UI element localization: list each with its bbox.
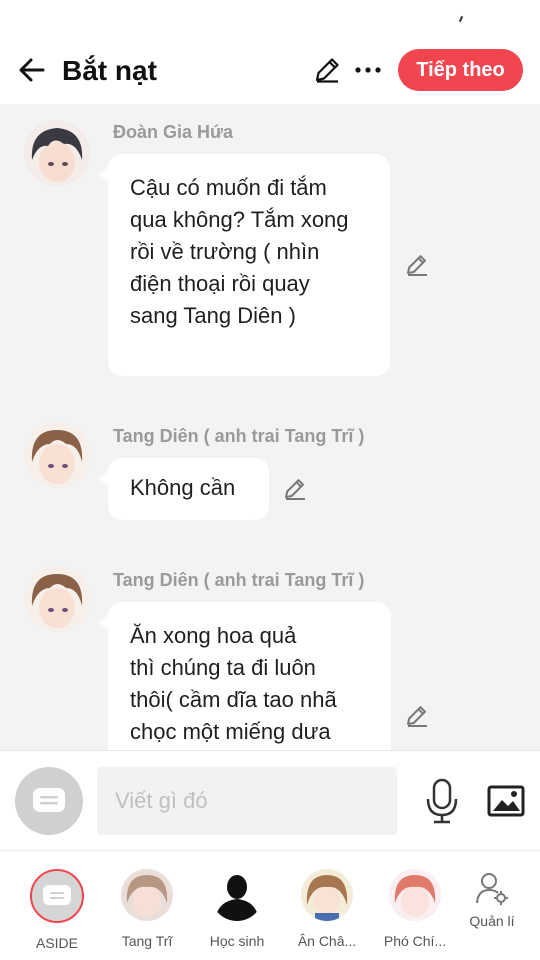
status-mark bbox=[458, 15, 464, 23]
message-line: Không cần bbox=[130, 475, 236, 500]
sender-name: Đoàn Gia Hứa bbox=[113, 122, 234, 142]
avatar-image bbox=[24, 422, 90, 488]
character-avatar bbox=[211, 869, 263, 921]
microphone-icon bbox=[426, 778, 458, 824]
character-tang-tri[interactable]: Tang Trĩ bbox=[104, 869, 190, 949]
keyboard-icon bbox=[33, 788, 65, 812]
pencil-icon bbox=[315, 58, 339, 83]
next-button[interactable]: Tiếp theo bbox=[398, 49, 523, 91]
avatar-image bbox=[24, 566, 90, 632]
character-an-cha[interactable]: Ân Châ... bbox=[284, 869, 370, 949]
aside-avatar bbox=[30, 869, 84, 923]
message-input[interactable] bbox=[97, 767, 397, 835]
status-bar bbox=[0, 0, 540, 40]
message-line: thì chúng ta đi luôn bbox=[130, 655, 316, 680]
message-line: rồi về trường ( nhìn bbox=[130, 239, 320, 264]
character-aside[interactable]: ASIDE bbox=[14, 869, 100, 951]
message-line: sang Tang Diên ) bbox=[130, 303, 296, 328]
message-line: qua không? Tắm xong bbox=[130, 207, 349, 232]
character-label: Tang Trĩ bbox=[121, 933, 173, 949]
back-button[interactable] bbox=[16, 54, 48, 86]
message-line: thôi( cầm dĩa tao nhã bbox=[130, 687, 337, 712]
composer-bar bbox=[0, 750, 540, 850]
edit-title-button[interactable] bbox=[312, 55, 342, 85]
top-bar: Bắt nạt Tiếp theo bbox=[0, 40, 540, 104]
bubble-tail bbox=[98, 614, 110, 630]
character-hoc-sinh[interactable]: Học sinh bbox=[194, 869, 280, 949]
avatar-doan-gia-hua[interactable] bbox=[24, 120, 90, 186]
avatar-tang-dien[interactable] bbox=[24, 422, 90, 488]
voice-button[interactable] bbox=[424, 777, 460, 825]
manage-characters-button[interactable]: Quản lí bbox=[449, 871, 535, 929]
character-label: Ân Châ... bbox=[297, 933, 357, 949]
bubble-tail bbox=[98, 166, 110, 182]
sender-name: Tang Diên ( anh trai Tang Trĩ ) bbox=[113, 570, 365, 590]
character-avatar bbox=[389, 869, 441, 921]
character-label: Học sinh bbox=[209, 933, 265, 949]
manage-label: Quản lí bbox=[469, 913, 515, 929]
character-avatar bbox=[301, 869, 353, 921]
message-bubble[interactable]: Cậu có muốn đi tắm qua không? Tắm xong r… bbox=[98, 154, 390, 376]
bubble-tail bbox=[98, 470, 110, 486]
character-label: Phó Chí... bbox=[383, 933, 447, 949]
avatar-image bbox=[24, 120, 90, 186]
sender-name: Tang Diên ( anh trai Tang Trĩ ) bbox=[113, 426, 365, 446]
message-bubble[interactable]: Không cần bbox=[98, 458, 269, 520]
manage-user-icon bbox=[476, 873, 508, 905]
page-title: Bắt nạt bbox=[62, 55, 157, 86]
message-line: chọc một miếng dưa bbox=[130, 719, 331, 744]
pencil-icon bbox=[285, 479, 305, 500]
edit-message-button[interactable] bbox=[404, 252, 430, 278]
chat-area: Đoàn Gia Hứa Cậu có muốn đi tắm qua khôn… bbox=[0, 104, 540, 750]
insert-image-button[interactable] bbox=[486, 781, 526, 821]
edit-message-button[interactable] bbox=[282, 476, 308, 502]
message-line: Cậu có muốn đi tắm bbox=[130, 175, 327, 200]
avatar-tang-dien[interactable] bbox=[24, 566, 90, 632]
character-label: ASIDE bbox=[35, 935, 78, 951]
keyboard-icon bbox=[43, 885, 71, 905]
image-icon bbox=[487, 785, 525, 817]
keyboard-toggle-button[interactable] bbox=[15, 767, 83, 835]
character-pho-chi[interactable]: Phó Chí... bbox=[372, 869, 458, 949]
pencil-icon bbox=[407, 255, 427, 276]
message-bubble[interactable]: Ăn xong hoa quả thì chúng ta đi luôn thô… bbox=[98, 602, 391, 750]
message-line: Ăn xong hoa quả bbox=[130, 623, 297, 648]
edit-message-button[interactable] bbox=[404, 703, 430, 729]
character-bar: ASIDE Tang Trĩ Học sinh Ân Châ... Phó Ch… bbox=[0, 850, 540, 960]
more-options-button[interactable] bbox=[354, 55, 382, 85]
message-line: điện thoại rồi quay bbox=[130, 271, 310, 296]
character-avatar bbox=[121, 869, 173, 921]
more-dots-icon bbox=[355, 67, 381, 73]
pencil-icon bbox=[407, 706, 427, 727]
back-arrow-icon bbox=[19, 58, 45, 82]
